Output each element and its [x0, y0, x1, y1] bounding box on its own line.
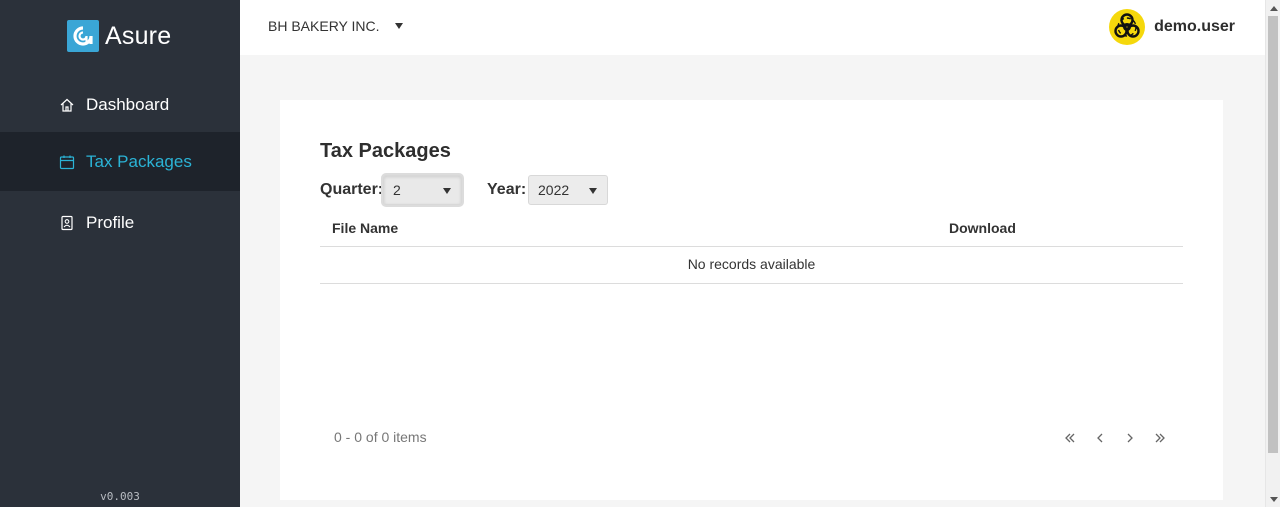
grid-header: File Name Download: [320, 211, 1183, 247]
sidebar: Asure Dashboard Tax Packages Profile v0.…: [0, 0, 240, 507]
chevron-down-icon: [394, 23, 403, 29]
scroll-down-icon[interactable]: [1266, 492, 1280, 507]
user-menu[interactable]: demo.user: [1109, 9, 1235, 45]
scrollbar-thumb[interactable]: [1268, 16, 1278, 453]
sidebar-item-profile[interactable]: Profile: [0, 193, 240, 252]
page-title: Tax Packages: [320, 140, 451, 162]
asure-logo[interactable]: Asure: [67, 20, 171, 52]
quarter-dropdown[interactable]: 2: [383, 175, 462, 205]
column-header-file-name[interactable]: File Name: [332, 220, 398, 236]
chevron-down-icon: [589, 188, 597, 194]
version-label: v0.003: [100, 490, 140, 503]
biohazard-icon: [1109, 9, 1146, 45]
profile-icon: [59, 215, 75, 231]
next-page-icon[interactable]: [1120, 428, 1140, 448]
quarter-label: Quarter:: [320, 181, 384, 198]
home-icon: [59, 97, 75, 113]
calendar-icon: [59, 154, 75, 170]
last-page-icon[interactable]: [1150, 428, 1170, 448]
top-bar: BH BAKERY INC. demo.user: [240, 0, 1265, 55]
company-name: BH BAKERY INC.: [268, 18, 380, 34]
pager-info: 0 - 0 of 0 items: [334, 429, 427, 445]
sidebar-item-dashboard[interactable]: Dashboard: [0, 75, 240, 134]
year-label: Year:: [487, 181, 527, 198]
year-value: 2022: [538, 182, 570, 198]
logo-text: Asure: [105, 21, 172, 50]
company-selector[interactable]: BH BAKERY INC.: [268, 18, 403, 34]
no-records-row: No records available: [320, 247, 1183, 284]
column-header-download[interactable]: Download: [949, 220, 1016, 236]
prev-page-icon[interactable]: [1090, 428, 1110, 448]
asure-logo-icon: [67, 20, 99, 52]
year-dropdown[interactable]: 2022: [528, 175, 608, 205]
quarter-value: 2: [393, 182, 401, 198]
first-page-icon[interactable]: [1060, 428, 1080, 448]
vertical-scrollbar[interactable]: [1265, 0, 1280, 507]
sidebar-item-label: Profile: [86, 212, 135, 232]
sidebar-item-label: Tax Packages: [86, 151, 192, 171]
chevron-down-icon: [443, 188, 451, 194]
tax-packages-card: Tax Packages Quarter: 2 Year: 2022 File …: [280, 100, 1223, 500]
scroll-up-icon[interactable]: [1266, 0, 1280, 15]
sidebar-item-label: Dashboard: [86, 94, 170, 114]
username: demo.user: [1154, 18, 1235, 35]
sidebar-item-tax-packages[interactable]: Tax Packages: [0, 132, 240, 191]
